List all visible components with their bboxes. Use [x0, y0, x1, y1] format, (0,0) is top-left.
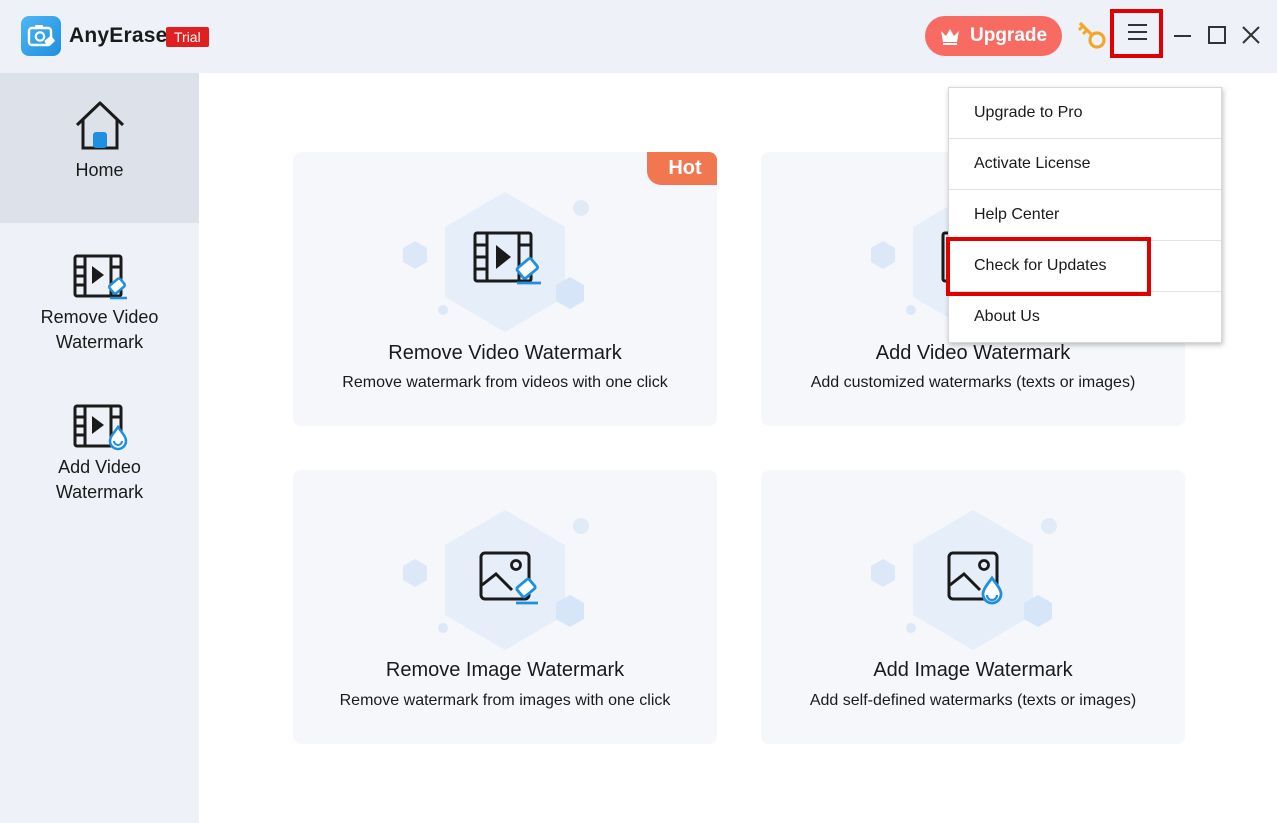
app-name: AnyErase [69, 24, 168, 47]
card-description: Add self-defined watermarks (texts or im… [809, 692, 1137, 709]
upgrade-button[interactable]: Upgrade [925, 16, 1062, 56]
video-eraser-icon [473, 231, 541, 285]
key-icon[interactable] [1075, 18, 1109, 52]
sidebar-item-add-video-watermark[interactable]: Add Video Watermark [0, 403, 199, 513]
card-title: Remove Video Watermark [388, 342, 622, 364]
menu-item-label: Upgrade to Pro [974, 104, 1083, 121]
card-title: Add Image Watermark [873, 659, 1073, 681]
menu-item-label: Activate License [974, 155, 1091, 172]
menu-item-check-for-updates[interactable]: Check for Updates [949, 241, 1221, 292]
card-description: Remove watermark from videos with one cl… [342, 374, 668, 391]
maximize-icon[interactable] [1208, 26, 1226, 44]
sidebar-item-label: Home [75, 160, 124, 180]
video-eraser-icon [73, 254, 127, 300]
close-icon[interactable] [1240, 24, 1262, 46]
menu-item-about-us[interactable]: About Us [949, 292, 1221, 343]
image-eraser-icon [479, 551, 538, 605]
sidebar-item-label: Watermark [55, 482, 144, 502]
card-add-image-watermark[interactable]: Add Image Watermark Add self-defined wat… [761, 470, 1185, 744]
sidebar: Home Remove Video Watermark Add Video Wa… [0, 73, 199, 823]
menu-item-label: About Us [974, 308, 1040, 325]
sidebar-item-label: Add Video [58, 457, 141, 477]
main-menu-dropdown: Upgrade to Pro Activate License Help Cen… [948, 87, 1222, 343]
app-logo-icon [21, 16, 61, 56]
title-bar: AnyErase Trial Upgrade [0, 0, 1277, 73]
menu-item-help-center[interactable]: Help Center [949, 190, 1221, 241]
card-description: Add customized watermarks (texts or imag… [810, 374, 1136, 391]
hot-badge: Hot [647, 152, 717, 185]
menu-item-activate-license[interactable]: Activate License [949, 139, 1221, 190]
crown-icon [941, 29, 959, 45]
card-remove-image-watermark[interactable]: Remove Image Watermark Remove watermark … [293, 470, 717, 744]
menu-item-upgrade-to-pro[interactable]: Upgrade to Pro [949, 88, 1221, 139]
video-drop-icon [73, 404, 128, 451]
card-description: Remove watermark from images with one cl… [339, 692, 671, 709]
upgrade-label: Upgrade [970, 25, 1048, 46]
sidebar-item-label: Remove Video [40, 307, 159, 327]
trial-badge: Trial [166, 27, 209, 47]
menu-item-label: Check for Updates [974, 257, 1107, 274]
card-title: Remove Image Watermark [385, 659, 625, 681]
sidebar-item-home[interactable]: Home [0, 73, 199, 223]
sidebar-item-remove-video-watermark[interactable]: Remove Video Watermark [0, 253, 199, 363]
menu-button[interactable] [1110, 9, 1163, 58]
home-icon [75, 101, 124, 150]
sidebar-item-label: Watermark [55, 332, 144, 352]
image-drop-icon [947, 551, 1003, 605]
menu-item-label: Help Center [974, 206, 1060, 223]
minimize-icon[interactable] [1172, 22, 1194, 48]
card-title: Add Video Watermark [875, 342, 1071, 364]
card-remove-video-watermark[interactable]: Hot Remove Video Watermark Remove waterm… [293, 152, 717, 426]
